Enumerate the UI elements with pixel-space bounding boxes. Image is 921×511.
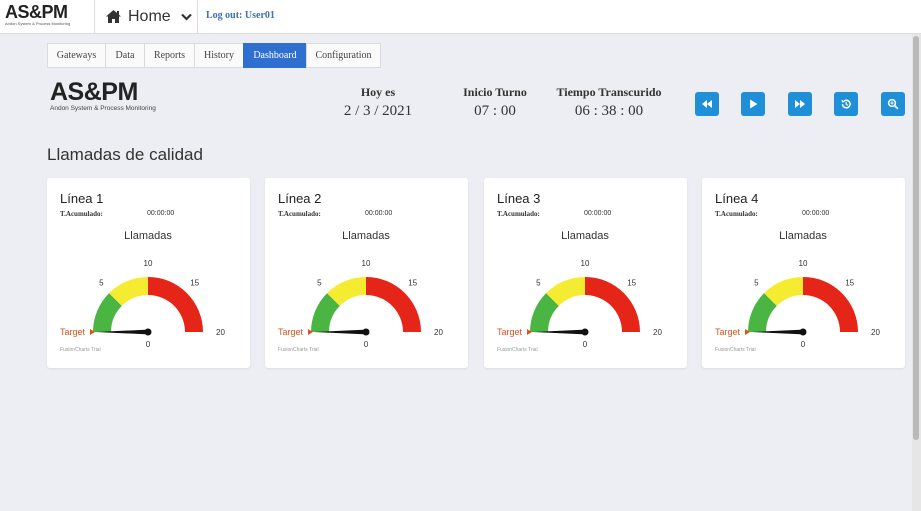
gauge-tick-label: 10 xyxy=(144,259,153,268)
zoom-icon xyxy=(887,98,899,110)
scrollbar-thumb[interactable] xyxy=(913,36,919,440)
elapsed-value: 06 : 38 : 00 xyxy=(574,103,644,119)
brand-logo-subtitle: Andon System & Process Monitoring xyxy=(50,105,156,112)
tab-reports[interactable]: Reports xyxy=(144,43,194,68)
gauge-tick-label: 20 xyxy=(871,328,880,337)
gauge-tick-label: 15 xyxy=(408,278,417,287)
gauge-tick-label: 15 xyxy=(845,278,854,287)
chevron-down-icon xyxy=(180,13,192,21)
trial-watermark: FusionCharts Trial xyxy=(715,347,756,353)
gauge-tick-label: 20 xyxy=(216,328,225,337)
reset-button[interactable] xyxy=(834,92,858,116)
gauge-caption: Llamadas xyxy=(779,230,827,242)
gauge-tick-label: 0 xyxy=(146,340,151,349)
trial-watermark: FusionCharts Trial xyxy=(60,347,101,353)
gauge-tick-label: 0 xyxy=(801,340,806,349)
trial-watermark: FusionCharts Trial xyxy=(497,347,538,353)
shift-label: Inicio Turno xyxy=(463,85,527,99)
calls-gauge: Llamadas 0 5 10 15 20 Target FusionCharts Trial xyxy=(278,230,443,353)
home-label: Home xyxy=(128,7,171,25)
gauge-caption: Llamadas xyxy=(342,230,390,242)
target-label: Target xyxy=(278,327,304,337)
play-button[interactable] xyxy=(741,92,765,116)
target-label: Target xyxy=(497,327,523,337)
brand-logo-text: AS&PM xyxy=(50,78,138,106)
gauge-tick-label: 10 xyxy=(581,259,590,268)
target-label: Target xyxy=(60,327,86,337)
history-icon xyxy=(841,99,851,109)
calls-gauge: Llamadas 0 5 10 15 20 Target FusionCharts Trial xyxy=(497,230,662,353)
gauge-tick-label: 10 xyxy=(799,259,808,268)
top-logo[interactable]: AS&PM Andon System & Process Monitoring xyxy=(5,3,87,31)
tab-gateways[interactable]: Gateways xyxy=(47,43,105,68)
rewind-button[interactable] xyxy=(695,92,719,116)
gauge-pivot xyxy=(799,328,807,336)
gauge-tick-label: 20 xyxy=(434,328,443,337)
gauge-tick-label: 10 xyxy=(362,259,371,268)
shift-info: Inicio Turno 07 : 00 xyxy=(455,85,535,120)
gauge-caption: Llamadas xyxy=(124,230,172,242)
gauge-tick-label: 5 xyxy=(317,278,322,287)
target-label: Target xyxy=(715,327,741,337)
gauge-tick-label: 5 xyxy=(754,278,759,287)
gauge-tick-label: 5 xyxy=(99,278,104,287)
gauge-pivot xyxy=(144,328,152,336)
gauge-pivot xyxy=(581,328,589,336)
gauge-tick-label: 0 xyxy=(364,340,369,349)
top-logo-text: AS&PM xyxy=(5,2,68,22)
line-card-4: Línea 4 T.Acumulado: 00:00:00 Llamadas 0 5… xyxy=(702,178,905,368)
date-label: Hoy es xyxy=(360,85,396,99)
home-icon xyxy=(106,10,121,23)
gauge-pivot xyxy=(362,328,370,336)
home-dropdown[interactable]: Home xyxy=(94,0,198,33)
line-card-1: Línea 1 T.Acumulado: 00:00:00 Llamadas 0 5… xyxy=(47,178,250,368)
tab-history[interactable]: History xyxy=(194,43,243,68)
rewind-icon xyxy=(702,100,712,108)
gauge-tick-label: 0 xyxy=(583,340,588,349)
gauge-caption: Llamadas xyxy=(561,230,609,242)
tab-configuration[interactable]: Configuration xyxy=(306,43,381,68)
gauge-tick-label: 15 xyxy=(190,278,199,287)
elapsed-info: Tiempo Transcurido 06 : 38 : 00 xyxy=(549,85,669,120)
gauge-tick-label: 5 xyxy=(536,278,541,287)
date-value: 2 / 3 / 2021 xyxy=(343,103,413,119)
gauge-tick-label: 20 xyxy=(653,328,662,337)
brand-logo: AS&PM Andon System & Process Monitoring xyxy=(50,80,175,120)
calls-gauge: Llamadas 0 5 10 15 20 Target FusionCharts Trial xyxy=(60,230,225,353)
gauge-tick-label: 15 xyxy=(627,278,636,287)
fast-forward-icon xyxy=(795,100,805,108)
shift-value: 07 : 00 xyxy=(474,103,516,119)
tab-dashboard[interactable]: Dashboard xyxy=(243,43,306,68)
line-card-3: Línea 3 T.Acumulado: 00:00:00 Llamadas 0 5… xyxy=(484,178,687,368)
play-icon xyxy=(750,99,758,109)
line-card-2: Línea 2 T.Acumulado: 00:00:00 Llamadas 0 5… xyxy=(265,178,468,368)
logout-link[interactable]: Log out: User01 xyxy=(206,10,275,21)
trial-watermark: FusionCharts Trial xyxy=(278,347,319,353)
tab-data[interactable]: Data xyxy=(105,43,144,68)
fast-forward-button[interactable] xyxy=(788,92,812,116)
elapsed-label: Tiempo Transcurido xyxy=(556,85,662,99)
top-bar: AS&PM Andon System & Process Monitoring … xyxy=(0,0,921,34)
top-logo-subtitle: Andon System & Process Monitoring xyxy=(5,21,71,26)
zoom-button[interactable] xyxy=(881,92,905,116)
date-info: Hoy es 2 / 3 / 2021 xyxy=(333,85,423,120)
section-title: Llamadas de calidad xyxy=(47,145,203,164)
nav-tabs: Gateways Data Reports History Dashboard … xyxy=(47,43,381,68)
calls-gauge: Llamadas 0 5 10 15 20 Target FusionCharts Trial xyxy=(715,230,880,353)
